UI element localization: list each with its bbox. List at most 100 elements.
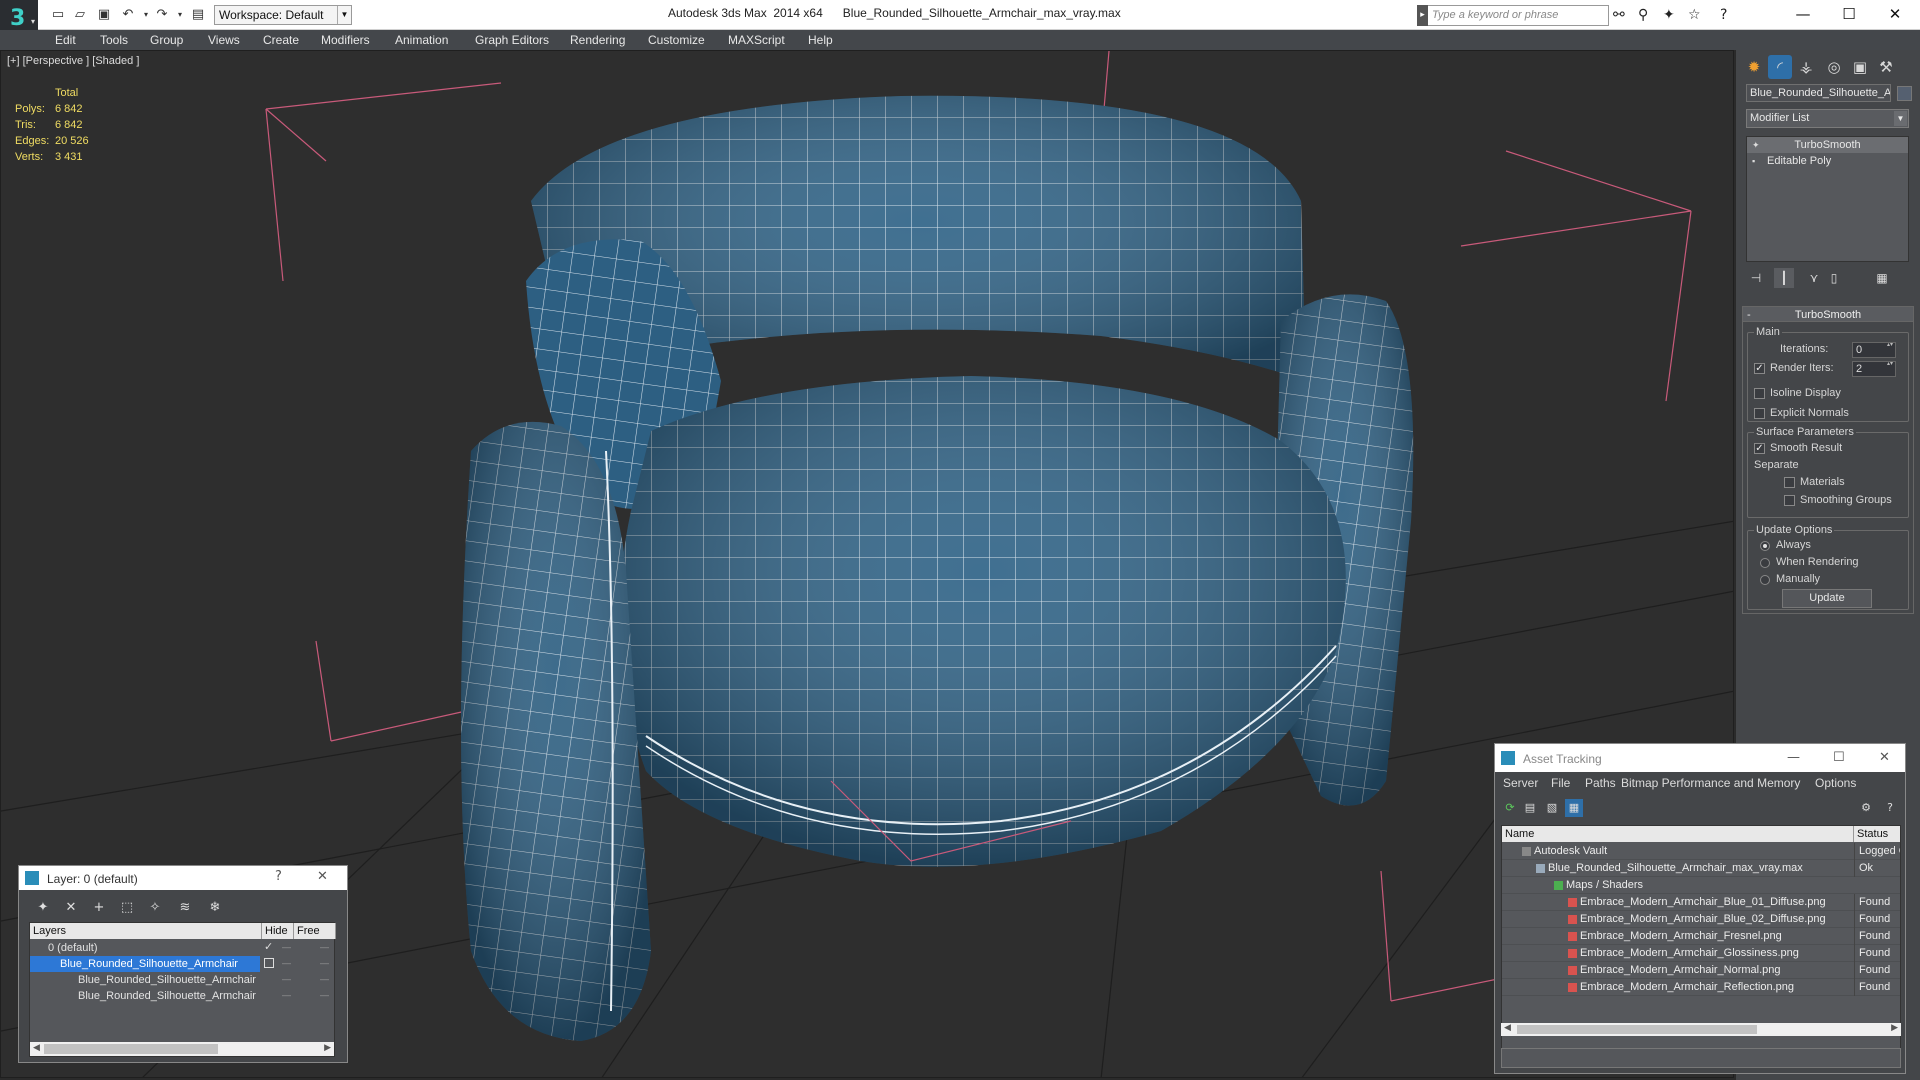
materials-checkbox[interactable] — [1784, 477, 1795, 488]
freeze-toggle[interactable]: — — [320, 990, 329, 1000]
asset-row[interactable]: Embrace_Modern_Armchair_Reflection.png F… — [1502, 979, 1900, 996]
layer-row[interactable]: 0 (default) — [30, 940, 260, 956]
smooth-result-checkbox[interactable]: ✓ — [1754, 443, 1765, 454]
update-button[interactable]: Update — [1782, 589, 1872, 608]
undo-dropdown-icon[interactable]: ▾ — [138, 7, 154, 23]
menu-group[interactable]: Group — [150, 33, 183, 47]
menu-options[interactable]: Options — [1815, 776, 1856, 790]
asset-row[interactable]: Autodesk Vault Logged O — [1502, 843, 1900, 860]
pin-stack-icon[interactable]: ⊣ — [1746, 268, 1766, 288]
menu-rendering[interactable]: Rendering — [570, 33, 625, 47]
star-icon[interactable]: ☆ — [1688, 7, 1701, 23]
save-icon[interactable]: ▣ — [96, 7, 112, 23]
scroll-left-icon[interactable]: ◀ — [1504, 1022, 1511, 1033]
hide-toggle[interactable]: — — [282, 974, 291, 984]
layer-horizontal-scrollbar[interactable]: ◀ ▶ — [30, 1042, 334, 1056]
show-end-result-icon[interactable]: ┃ — [1774, 268, 1794, 288]
help-icon[interactable]: ? — [275, 869, 282, 884]
expand-icon[interactable]: ▪ — [1752, 153, 1755, 169]
menu-maxscript[interactable]: MAXScript — [728, 33, 785, 47]
freeze-toggle[interactable]: — — [320, 942, 329, 952]
scroll-left-icon[interactable]: ◀ — [33, 1042, 40, 1053]
hierarchy-tab-icon[interactable]: ⚶ — [1794, 55, 1818, 79]
menu-server[interactable]: Server — [1503, 776, 1538, 790]
search-icon[interactable]: ⚲ — [1638, 7, 1648, 23]
set-current-box[interactable] — [264, 958, 274, 968]
freeze-toggle[interactable]: — — [320, 958, 329, 968]
col-freeze[interactable]: Free — [294, 923, 336, 939]
hide-toggle[interactable]: — — [282, 958, 291, 968]
refresh-icon[interactable]: ⟳ — [1501, 799, 1519, 817]
scroll-thumb[interactable] — [1517, 1025, 1757, 1034]
menu-paths[interactable]: Paths — [1585, 776, 1616, 790]
iterations-spinner[interactable]: 0 — [1852, 341, 1896, 358]
undo-icon[interactable]: ↶ — [120, 7, 136, 23]
hide-toggle[interactable]: — — [282, 942, 291, 952]
redo-icon[interactable]: ↷ — [154, 7, 170, 23]
asset-row[interactable]: Embrace_Modern_Armchair_Glossiness.png F… — [1502, 945, 1900, 962]
asset-row[interactable]: Embrace_Modern_Armchair_Blue_01_Diffuse.… — [1502, 894, 1900, 911]
asset-row[interactable]: Embrace_Modern_Armchair_Normal.png Found — [1502, 962, 1900, 979]
minimize-button[interactable]: — — [1780, 0, 1826, 30]
project-icon[interactable]: ▤ — [190, 7, 206, 23]
motion-tab-icon[interactable]: ◎ — [1822, 55, 1846, 79]
menu-edit[interactable]: Edit — [55, 33, 76, 47]
configure-sets-icon[interactable]: ▦ — [1872, 268, 1892, 288]
menu-animation[interactable]: Animation — [395, 33, 448, 47]
manually-radio[interactable] — [1760, 575, 1770, 585]
viewport-label[interactable]: [+] [Perspective ] [Shaded ] — [7, 55, 139, 67]
when-rendering-radio[interactable] — [1760, 558, 1770, 568]
always-radio[interactable] — [1760, 541, 1770, 551]
thumbnail-view-icon[interactable]: ▧ — [1543, 799, 1561, 817]
layer-row[interactable]: Blue_Rounded_Silhouette_Armchair — [30, 988, 260, 1004]
create-tab-icon[interactable]: ✹ — [1742, 55, 1766, 79]
select-objects-icon[interactable]: ⬚ — [117, 900, 137, 918]
explicit-normals-checkbox[interactable] — [1754, 408, 1765, 419]
freeze-all-icon[interactable]: ❄ — [205, 900, 225, 918]
menu-help[interactable]: Help — [808, 33, 833, 47]
search-input[interactable]: Type a keyword or phrase — [1417, 5, 1609, 26]
object-color-swatch[interactable] — [1897, 86, 1912, 101]
close-icon[interactable]: ✕ — [317, 869, 328, 884]
col-name[interactable]: Name — [1502, 826, 1854, 842]
menu-graph-editors[interactable]: Graph Editors — [475, 33, 549, 47]
new-icon[interactable]: ▭ — [50, 7, 66, 23]
redo-dropdown-icon[interactable]: ▾ — [172, 7, 188, 23]
minimize-icon[interactable]: — — [1787, 750, 1800, 765]
menu-bitmap-performance[interactable]: Bitmap Performance and Memory — [1621, 776, 1800, 790]
scroll-right-icon[interactable]: ▶ — [324, 1042, 331, 1053]
asset-row[interactable]: Blue_Rounded_Silhouette_Armchair_max_vra… — [1502, 860, 1900, 877]
new-layer-icon[interactable]: ✦ — [33, 900, 53, 918]
col-hide[interactable]: Hide — [262, 923, 294, 939]
utilities-tab-icon[interactable]: ⚒ — [1874, 55, 1898, 79]
layer-row[interactable]: Blue_Rounded_Silhouette_Armchair — [30, 956, 260, 972]
menu-modifiers[interactable]: Modifiers — [321, 33, 370, 47]
vault-status-icon[interactable]: ⚙ — [1857, 799, 1875, 817]
highlight-layer-icon[interactable]: ✧ — [145, 900, 165, 918]
make-unique-icon[interactable]: ⋎ — [1804, 268, 1824, 288]
help-icon[interactable]: ? — [1720, 7, 1727, 23]
scroll-right-icon[interactable]: ▶ — [1891, 1022, 1898, 1033]
current-layer-check-icon[interactable]: ✓ — [264, 940, 273, 953]
asset-tracking-header[interactable]: Asset Tracking — ☐ ✕ — [1495, 744, 1905, 772]
freeze-toggle[interactable]: — — [320, 974, 329, 984]
close-button[interactable]: ✕ — [1872, 0, 1918, 30]
hide-all-icon[interactable]: ≋ — [175, 900, 195, 918]
asset-horizontal-scrollbar[interactable]: ◀ ▶ — [1501, 1022, 1901, 1036]
delete-layer-icon[interactable]: ✕ — [61, 900, 81, 918]
close-icon[interactable]: ✕ — [1879, 750, 1890, 765]
help-icon[interactable]: ? — [1881, 799, 1899, 817]
modifier-list-dropdown[interactable]: Modifier List ▼ — [1746, 109, 1909, 128]
menu-views[interactable]: Views — [208, 33, 240, 47]
scroll-thumb[interactable] — [44, 1044, 218, 1054]
isoline-checkbox[interactable] — [1754, 388, 1765, 399]
remove-modifier-icon[interactable]: ▯ — [1824, 268, 1844, 288]
stack-item-turbosmooth[interactable]: ✦ TurboSmooth — [1747, 137, 1908, 153]
object-name-field[interactable]: Blue_Rounded_Silhouette_Ar — [1746, 84, 1891, 102]
menu-tools[interactable]: Tools — [100, 33, 128, 47]
layer-dialog-header[interactable]: Layer: 0 (default) ? ✕ — [19, 866, 347, 890]
asset-row[interactable]: Embrace_Modern_Armchair_Fresnel.png Foun… — [1502, 928, 1900, 945]
open-icon[interactable]: ▱ — [72, 7, 88, 23]
table-view-icon[interactable]: ▦ — [1565, 799, 1583, 817]
maximize-button[interactable]: ☐ — [1826, 0, 1872, 30]
